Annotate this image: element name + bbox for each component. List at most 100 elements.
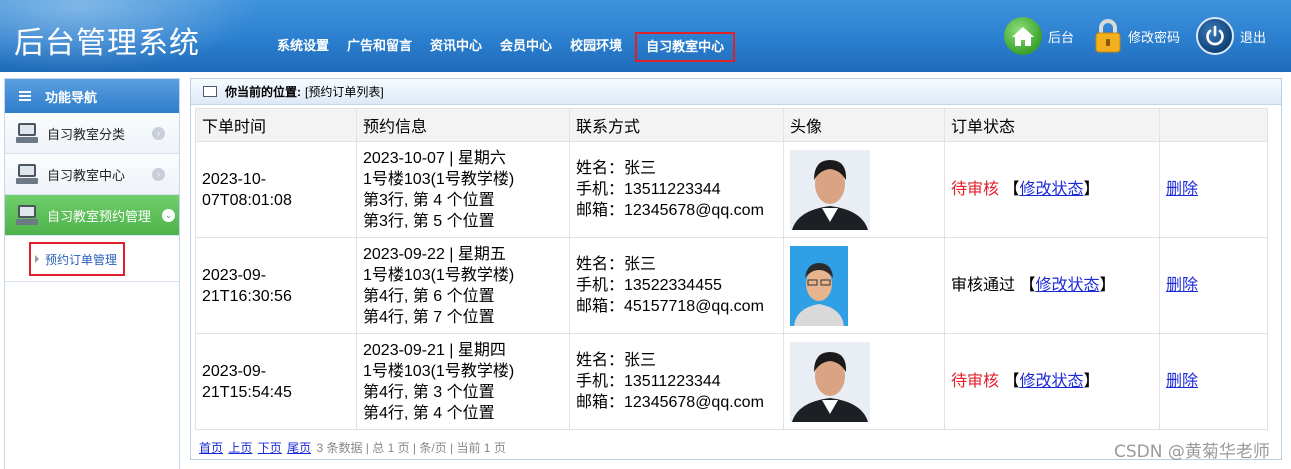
lock-icon [1094, 17, 1122, 55]
nav-member-center[interactable]: 会员中心 [491, 32, 561, 62]
pager-next[interactable]: 下页 [258, 441, 282, 455]
actions-cell: 删除 [1159, 333, 1268, 430]
pagination: 首页 上页 下页 尾页 3 条数据 | 总 1 页 | 条/页 | 当前 1 页 [199, 439, 506, 456]
avatar-cell [783, 141, 945, 238]
delete-link[interactable]: 删除 [1166, 277, 1198, 294]
sidebar: 功能导航 自习教室分类 › 自习教室中心 › 自习教室预约管理 ⌄ 预约订单管理 [4, 78, 180, 469]
menu-list-icon [19, 89, 31, 103]
col-status: 订单状态 [944, 108, 1160, 142]
nav-campus-environment[interactable]: 校园环境 [561, 32, 631, 62]
sidebar-header: 功能导航 [5, 79, 179, 113]
bracket-open: 【 [1003, 181, 1020, 198]
contact-cell: 姓名：张三 手机：13511223344 邮箱：12345678@qq.com [569, 141, 784, 238]
app-title: 后台管理系统 [14, 26, 200, 61]
change-password-label: 修改密码 [1128, 29, 1181, 45]
pager-first[interactable]: 首页 [199, 441, 223, 455]
breadcrumb: 你当前的位置: [预约订单列表] [191, 79, 1281, 105]
status-cell: 待审核 【修改状态】 [944, 141, 1160, 238]
nav-news-center[interactable]: 资讯中心 [421, 32, 491, 62]
order-time-cell: 2023-09-21T16:30:56 [195, 237, 357, 334]
orders-table: 下单时间 预约信息 联系方式 头像 订单状态 2023-10-07T08:01:… [195, 108, 1268, 430]
modify-status-link[interactable]: 修改状态 [1019, 373, 1083, 390]
booking-info-line: 第4行, 第 4 个位置 [363, 404, 495, 422]
status-badge: 待审核 [951, 373, 1000, 390]
booking-info-line: 1号楼103(1号教学楼) [363, 170, 515, 188]
booking-info-line: 2023-09-22 | 星期五 [363, 245, 506, 263]
home-link[interactable]: 后台 [1004, 16, 1074, 56]
col-booking-info: 预约信息 [356, 108, 570, 142]
pager-last[interactable]: 尾页 [287, 441, 311, 455]
delete-link[interactable]: 删除 [1166, 373, 1198, 390]
sidebar-item-label: 自习教室分类 [47, 126, 126, 142]
computer-icon [16, 123, 38, 143]
avatar-cell [783, 237, 945, 334]
sidebar-item-room-category[interactable]: 自习教室分类 › [5, 113, 179, 154]
booking-info-line: 第4行, 第 6 个位置 [363, 287, 495, 305]
chevron-right-icon: › [152, 167, 165, 181]
bracket-close: 】 [1099, 277, 1116, 294]
col-avatar: 头像 [783, 108, 945, 142]
booking-info-cell: 2023-10-07 | 星期六 1号楼103(1号教学楼) 第3行, 第 4 个位… [356, 141, 570, 238]
avatar-image [790, 341, 870, 422]
contact-line: 邮箱：12345678@qq.com [576, 202, 764, 219]
bracket-open: 【 [1019, 277, 1036, 294]
chevron-right-icon: › [152, 126, 165, 140]
caret-right-icon [35, 255, 39, 263]
home-label: 后台 [1048, 29, 1075, 45]
avatar-cell [783, 333, 945, 430]
booking-info-line: 1号楼103(1号教学楼) [363, 362, 515, 380]
booking-info-line: 第3行, 第 5 个位置 [363, 212, 495, 230]
col-contact: 联系方式 [569, 108, 784, 142]
table-row: 2023-10-07T08:01:08 2023-10-07 | 星期六 1号楼10… [195, 141, 1268, 238]
contact-line: 邮箱：45157718@qq.com [576, 298, 764, 315]
order-time-cell: 2023-09-21T15:54:45 [195, 333, 357, 430]
modify-status-link[interactable]: 修改状态 [1035, 277, 1099, 294]
sidebar-subitem-label: 预约订单管理 [45, 252, 118, 267]
delete-link[interactable]: 删除 [1166, 181, 1198, 198]
actions-cell: 删除 [1159, 237, 1268, 334]
booking-info-line: 2023-09-21 | 星期四 [363, 341, 506, 359]
sidebar-item-label: 自习教室中心 [47, 167, 126, 183]
modify-status-link[interactable]: 修改状态 [1019, 181, 1083, 198]
home-icon [1004, 17, 1042, 55]
sidebar-title: 功能导航 [45, 89, 98, 105]
computer-icon [16, 205, 38, 225]
nav-study-room-center[interactable]: 自习教室中心 [635, 32, 736, 62]
status-cell: 审核通过 【修改状态】 [944, 237, 1160, 334]
avatar-image [790, 245, 848, 326]
pager-summary: 3 条数据 | 总 1 页 | 条/页 | 当前 1 页 [316, 441, 506, 455]
bracket-open: 【 [1003, 373, 1020, 390]
avatar-image [790, 149, 870, 230]
status-badge: 审核通过 [951, 277, 1016, 294]
contact-line: 邮箱：12345678@qq.com [576, 394, 764, 411]
status-cell: 待审核 【修改状态】 [944, 333, 1160, 430]
breadcrumb-label: 你当前的位置: [225, 85, 301, 99]
logout-link[interactable]: 退出 [1196, 16, 1266, 56]
col-actions [1159, 108, 1268, 142]
nav-system-settings[interactable]: 系统设置 [268, 32, 338, 62]
sidebar-subitem-booking-orders[interactable]: 预约订单管理 [29, 242, 126, 276]
booking-info-line: 第4行, 第 3 个位置 [363, 383, 495, 401]
booking-info-line: 第4行, 第 7 个位置 [363, 308, 495, 326]
logout-label: 退出 [1240, 29, 1267, 45]
top-nav: 系统设置 广告和留言 资讯中心 会员中心 校园环境 自习教室中心 [268, 32, 736, 62]
contact-line: 手机：13511223344 [576, 181, 721, 198]
contact-line: 姓名：张三 [576, 256, 657, 273]
col-order-time: 下单时间 [195, 108, 357, 142]
contact-cell: 姓名：张三手机：13522334455 邮箱：45157718@qq.com [569, 237, 784, 334]
sidebar-item-booking-management[interactable]: 自习教室预约管理 ⌄ [5, 195, 179, 236]
contact-cell: 姓名：张三 手机：13511223344 邮箱：12345678@qq.com [569, 333, 784, 430]
contact-line: 手机：13522334455 [576, 277, 722, 294]
main-panel: 你当前的位置: [预约订单列表] 下单时间 预约信息 联系方式 头像 订单状态 … [190, 78, 1282, 460]
booking-info-cell: 2023-09-22 | 星期五 1号楼103(1号教学楼) 第4行, 第 6 个位… [356, 237, 570, 334]
sidebar-item-label: 自习教室预约管理 [47, 208, 152, 224]
nav-ads-messages[interactable]: 广告和留言 [338, 32, 421, 62]
pager-prev[interactable]: 上页 [228, 441, 252, 455]
booking-info-line: 1号楼103(1号教学楼) [363, 266, 515, 284]
sidebar-item-room-center[interactable]: 自习教室中心 › [5, 154, 179, 195]
order-time-cell: 2023-10-07T08:01:08 [195, 141, 357, 238]
contact-line: 手机：13511223344 [576, 373, 721, 390]
booking-info-line: 第3行, 第 4 个位置 [363, 191, 495, 209]
change-password-link[interactable]: 修改密码 [1094, 16, 1180, 56]
breadcrumb-value: [预约订单列表] [305, 85, 384, 99]
